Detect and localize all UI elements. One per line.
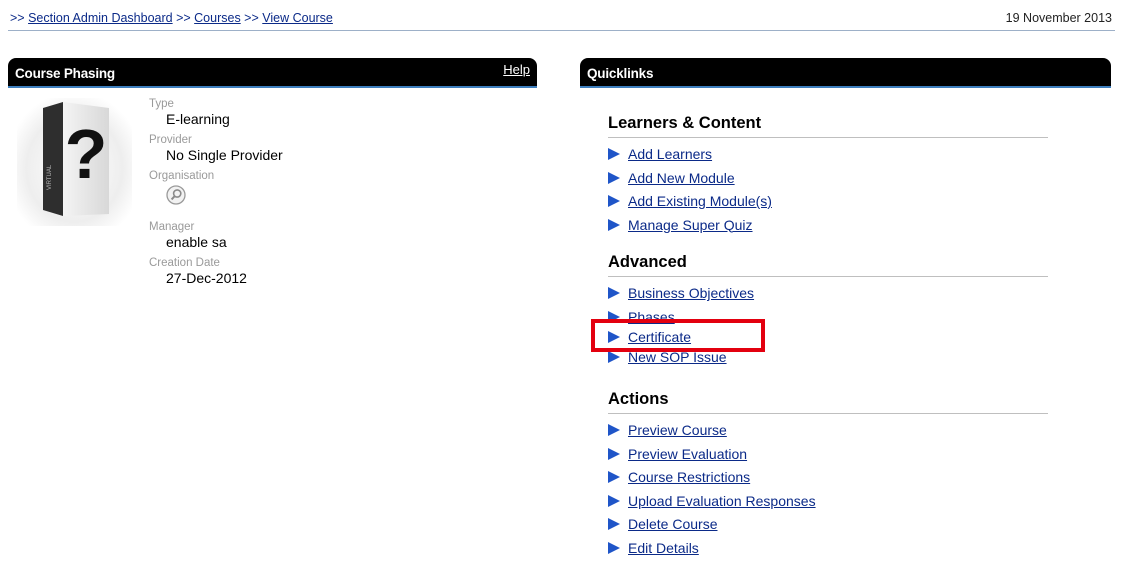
triangle-bullet-icon	[608, 518, 620, 530]
triangle-bullet-icon	[608, 542, 620, 554]
quicklinks-title: Quicklinks	[587, 66, 653, 81]
section-heading-learners-content: Learners & Content	[608, 113, 1048, 138]
triangle-bullet-icon	[608, 148, 620, 160]
course-phasing-header: Course Phasing Help	[8, 58, 537, 88]
breadcrumb-link-courses[interactable]: Courses	[194, 11, 241, 25]
triangle-bullet-icon	[608, 495, 620, 507]
triangle-bullet-icon	[608, 424, 620, 436]
add-learners-link[interactable]: Add Learners	[628, 146, 712, 162]
list-item: Manage Super Quiz	[608, 215, 1048, 239]
creation-date-label: Creation Date	[149, 256, 283, 270]
breadcrumb-separator: >>	[241, 11, 263, 25]
list-item: Add New Module	[608, 168, 1048, 192]
help-link[interactable]: Help	[503, 62, 530, 77]
section-heading-advanced: Advanced	[608, 252, 1048, 277]
list-item: Delete Course	[608, 514, 1048, 538]
provider-label: Provider	[149, 133, 283, 147]
course-phasing-title: Course Phasing	[15, 66, 115, 81]
breadcrumb-link-section-admin-dashboard[interactable]: Section Admin Dashboard	[28, 11, 173, 25]
certificate-highlight-box	[591, 319, 765, 352]
type-value: E-learning	[166, 111, 283, 128]
list-item: Add Learners	[608, 144, 1048, 168]
triangle-bullet-icon	[608, 471, 620, 483]
svg-text:?: ?	[65, 115, 108, 193]
breadcrumb-link-view-course[interactable]: View Course	[262, 11, 333, 25]
preview-course-link[interactable]: Preview Course	[628, 422, 727, 438]
breadcrumb-separator: >>	[173, 11, 195, 25]
list-item: Preview Course	[608, 420, 1048, 444]
add-existing-modules-link[interactable]: Add Existing Module(s)	[628, 193, 772, 209]
preview-evaluation-link[interactable]: Preview Evaluation	[628, 446, 747, 462]
course-details: Type E-learning Provider No Single Provi…	[149, 97, 283, 292]
manager-label: Manager	[149, 220, 283, 234]
business-objectives-link[interactable]: Business Objectives	[628, 285, 754, 301]
list-item: Course Restrictions	[608, 467, 1048, 491]
manage-super-quiz-link[interactable]: Manage Super Quiz	[628, 217, 753, 233]
triangle-bullet-icon	[608, 448, 620, 460]
list-item: Preview Evaluation	[608, 444, 1048, 468]
section-learners-content: Learners & Content Add Learners Add New …	[608, 113, 1048, 238]
search-magnifier-icon[interactable]	[166, 185, 186, 205]
course-restrictions-link[interactable]: Course Restrictions	[628, 469, 750, 485]
unknown-course-box-icon: ? VIRTUAL	[17, 98, 132, 226]
section-heading-actions: Actions	[608, 389, 1048, 414]
breadcrumb-separator: >>	[10, 11, 28, 25]
top-bar: >> Section Admin Dashboard >> Courses >>…	[8, 0, 1115, 31]
triangle-bullet-icon	[608, 287, 620, 299]
organisation-label: Organisation	[149, 169, 283, 183]
creation-date-value: 27-Dec-2012	[166, 270, 283, 287]
edit-details-link[interactable]: Edit Details	[628, 540, 699, 556]
delete-course-link[interactable]: Delete Course	[628, 516, 718, 532]
svg-text:VIRTUAL: VIRTUAL	[47, 164, 53, 190]
list-item: Add Existing Module(s)	[608, 191, 1048, 215]
manager-value: enable sa	[166, 234, 283, 251]
breadcrumb: >> Section Admin Dashboard >> Courses >>…	[10, 11, 333, 25]
current-date: 19 November 2013	[1006, 11, 1112, 25]
add-new-module-link[interactable]: Add New Module	[628, 170, 735, 186]
list-item: Business Objectives	[608, 283, 1048, 307]
section-actions: Actions Preview Course Preview Evaluatio…	[608, 389, 1048, 561]
provider-value: No Single Provider	[166, 147, 283, 164]
list-item: Edit Details	[608, 538, 1048, 561]
triangle-bullet-icon	[608, 195, 620, 207]
list-item: Upload Evaluation Responses	[608, 491, 1048, 515]
triangle-bullet-icon	[608, 351, 620, 363]
upload-evaluation-responses-link[interactable]: Upload Evaluation Responses	[628, 493, 816, 509]
triangle-bullet-icon	[608, 172, 620, 184]
triangle-bullet-icon	[608, 219, 620, 231]
quicklinks-header: Quicklinks	[580, 58, 1111, 88]
section-advanced: Advanced Business Objectives Phases Cert…	[608, 252, 1048, 370]
type-label: Type	[149, 97, 283, 111]
